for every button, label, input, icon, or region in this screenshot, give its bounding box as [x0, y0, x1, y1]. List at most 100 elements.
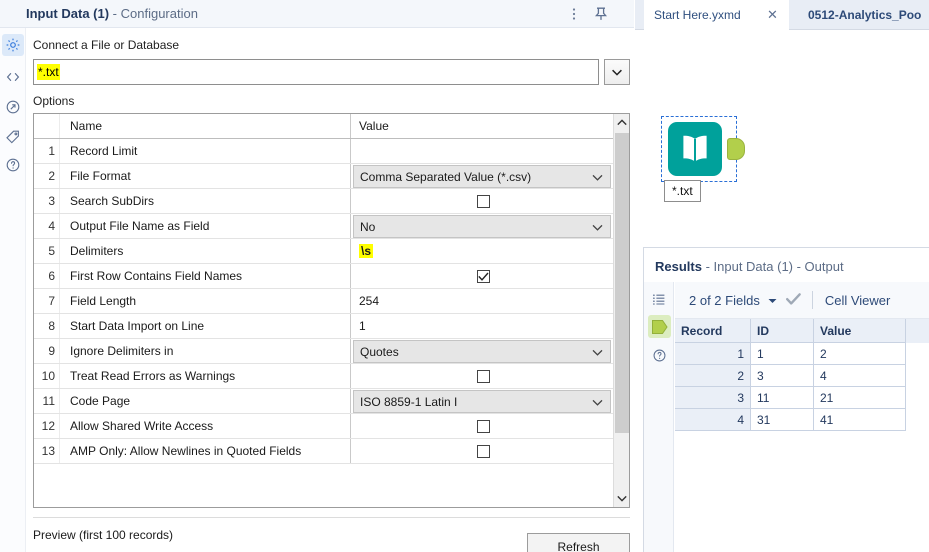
option-row-number: 12	[34, 414, 60, 438]
tag-icon[interactable]	[2, 126, 24, 148]
option-value-text[interactable]: 1	[352, 314, 614, 338]
option-value-checkbox[interactable]	[352, 439, 614, 463]
check-icon[interactable]	[785, 292, 801, 308]
workflow-canvas[interactable]: *.txt	[635, 30, 929, 234]
preview-divider	[33, 517, 630, 518]
checkbox-icon[interactable]	[476, 444, 490, 458]
results-toolbar: 2 of 2 Fields Cell Viewer	[675, 282, 929, 319]
option-value-combo[interactable]: ISO 8859-1 Latin I	[353, 390, 611, 413]
option-row-number: 11	[34, 389, 60, 413]
cell-record: 4	[675, 409, 751, 431]
table-row[interactable]: 234	[675, 365, 929, 387]
checkbox-icon[interactable]	[476, 419, 490, 433]
options-grid-row[interactable]: 4 Output File Name as Field No	[34, 214, 614, 239]
option-value-checkbox[interactable]	[352, 364, 614, 388]
results-col-id: ID	[751, 319, 814, 343]
header-name: Name	[61, 114, 351, 138]
options-grid-row[interactable]: 1 Record Limit	[34, 139, 614, 164]
option-row-number: 10	[34, 364, 60, 388]
option-name: Search SubDirs	[61, 189, 351, 213]
options-grid-scrollbar[interactable]	[613, 114, 629, 507]
pin-icon[interactable]	[592, 5, 610, 23]
help-question-icon[interactable]	[2, 154, 24, 176]
help-question-icon[interactable]	[648, 344, 671, 367]
option-value-text[interactable]: \s	[352, 239, 614, 263]
table-row[interactable]: 4 31 41	[675, 409, 929, 431]
chevron-down-icon[interactable]	[614, 490, 629, 507]
option-name: Start Data Import on Line	[61, 314, 351, 338]
option-value-text[interactable]: 254	[352, 289, 614, 313]
options-grid-row[interactable]: 9 Ignore Delimiters in Quotes	[34, 339, 614, 364]
table-row[interactable]: 3 11 21	[675, 387, 929, 409]
file-path-input[interactable]: *.txt	[33, 59, 599, 85]
cell-record: 2	[675, 365, 751, 387]
options-grid-row[interactable]: 8 Start Data Import on Line 1	[34, 314, 614, 339]
more-vertical-icon[interactable]	[565, 5, 583, 23]
close-icon[interactable]: ✕	[766, 7, 779, 22]
cell-viewer-button[interactable]: Cell Viewer	[825, 293, 891, 308]
checkbox-icon[interactable]	[476, 369, 490, 383]
cell-record: 3	[675, 387, 751, 409]
option-name: Ignore Delimiters in	[61, 339, 351, 363]
chevron-down-icon	[592, 395, 603, 409]
cell-id: 1	[751, 343, 814, 365]
app-root: Input Data (1) - Configuration Connect a…	[0, 0, 929, 552]
option-value-combo[interactable]: Quotes	[353, 340, 611, 363]
option-value-checkbox[interactable]	[352, 189, 614, 213]
results-title-main: Results	[655, 259, 702, 274]
annotation-circle-icon[interactable]	[2, 96, 24, 118]
messages-list-icon[interactable]	[648, 288, 671, 311]
fields-count-dropdown[interactable]: 2 of 2 Fields	[689, 293, 760, 308]
configuration-title: Input Data (1) - Configuration	[26, 6, 198, 21]
options-grid-row[interactable]: 10 Treat Read Errors as Warnings	[34, 364, 614, 389]
code-brackets-icon[interactable]	[2, 66, 24, 88]
option-row-number: 6	[34, 264, 60, 288]
options-grid-row[interactable]: 2 File Format Comma Separated Value (*.csv…	[34, 164, 614, 189]
option-value-checkbox[interactable]	[352, 414, 614, 438]
option-name: Code Page	[61, 389, 351, 413]
option-row-number: 8	[34, 314, 60, 338]
options-grid-row[interactable]: 7 Field Length 254	[34, 289, 614, 314]
options-grid-row[interactable]: 3 Search SubDirs	[34, 189, 614, 214]
table-row[interactable]: 112	[675, 343, 929, 365]
options-grid-row[interactable]: 12 Allow Shared Write Access	[34, 414, 614, 439]
scrollbar-thumb[interactable]	[615, 133, 629, 433]
options-grid-row[interactable]: 5 Delimiters \s	[34, 239, 614, 264]
checkbox-icon[interactable]	[476, 194, 490, 208]
cell-id: 31	[751, 409, 814, 431]
option-value-combo[interactable]: No	[353, 215, 611, 238]
option-row-number: 1	[34, 139, 60, 163]
checkbox-icon[interactable]	[476, 269, 490, 283]
results-panel: Results - Input Data (1) - Output 2 of 2…	[643, 247, 929, 552]
options-grid-row[interactable]: 11 Code Page ISO 8859-1 Latin I	[34, 389, 614, 414]
option-name: Delimiters	[61, 239, 351, 263]
configuration-title-main: Input Data (1)	[26, 6, 110, 21]
tab-analytics-pool[interactable]: 0512-Analytics_Poo	[800, 0, 921, 30]
option-value-checkbox[interactable]	[352, 264, 614, 288]
option-value-combo[interactable]: Comma Separated Value (*.csv)	[353, 165, 611, 188]
configuration-titlebar: Input Data (1) - Configuration	[0, 0, 634, 28]
option-row-number: 13	[34, 439, 60, 463]
refresh-button[interactable]: Refresh	[527, 533, 630, 552]
option-value-text[interactable]	[352, 139, 614, 163]
file-path-value: *.txt	[37, 64, 60, 80]
tab-start-here[interactable]: Start Here.yxmd ✕	[644, 0, 789, 30]
results-title: Results - Input Data (1) - Output	[655, 259, 844, 274]
options-label: Options	[33, 94, 75, 108]
configuration-gear-icon[interactable]	[2, 34, 24, 56]
file-dropdown-button[interactable]	[604, 59, 630, 85]
output-anchor-icon[interactable]	[648, 315, 671, 338]
chevron-down-icon	[592, 345, 603, 359]
options-grid-row[interactable]: 13 AMP Only: Allow Newlines in Quoted Fie…	[34, 439, 614, 464]
header-value: Value	[359, 119, 389, 133]
options-grid-row[interactable]: 6 First Row Contains Field Names	[34, 264, 614, 289]
option-name: Allow Shared Write Access	[61, 414, 351, 438]
caret-down-icon[interactable]	[768, 293, 777, 307]
configuration-icon-rail	[0, 28, 26, 552]
chevron-down-icon	[592, 170, 603, 184]
chevron-up-icon[interactable]	[614, 114, 629, 131]
output-anchor-icon[interactable]	[727, 138, 745, 160]
option-row-number: 4	[34, 214, 60, 238]
input-data-book-icon[interactable]	[668, 122, 722, 176]
option-name: File Format	[61, 164, 351, 188]
